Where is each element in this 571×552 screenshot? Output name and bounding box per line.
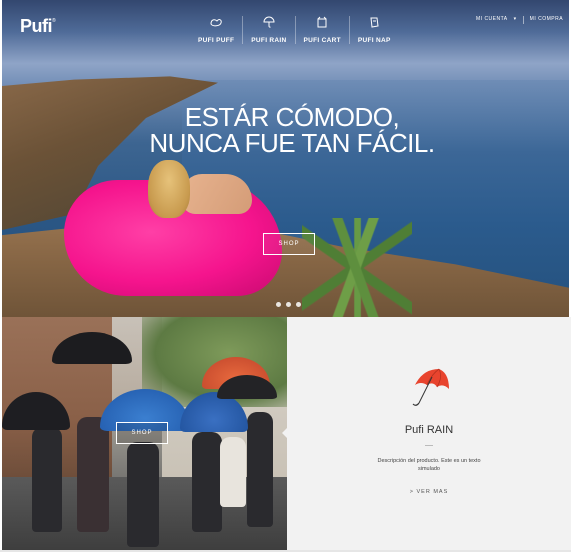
hero-shop-button[interactable]: SHOP bbox=[263, 233, 315, 255]
trademark-symbol: ® bbox=[52, 18, 56, 24]
person-figure bbox=[32, 427, 62, 532]
umbrella-icon bbox=[263, 16, 275, 28]
puff-icon bbox=[210, 19, 222, 27]
nav-item-pufi-rain[interactable]: PUFI RAIN bbox=[243, 16, 296, 44]
person-figure bbox=[220, 437, 246, 507]
main-nav: PUFI PUFF PUFI RAIN PUFI CART PUFI NAP bbox=[190, 16, 399, 44]
see-more-link[interactable]: > VER MAS bbox=[287, 489, 571, 495]
slider-dot-3[interactable] bbox=[296, 302, 301, 307]
person-hair bbox=[148, 160, 190, 218]
rain-banner-photo: SHOP bbox=[2, 317, 287, 551]
nav-item-pufi-cart[interactable]: PUFI CART bbox=[296, 16, 350, 44]
nav-label: PUFI CART bbox=[303, 37, 341, 44]
rain-shop-button[interactable]: SHOP bbox=[116, 422, 168, 444]
nav-item-pufi-nap[interactable]: PUFI NAP bbox=[350, 16, 399, 44]
brand-logo-text: Pufi bbox=[20, 16, 53, 36]
divider bbox=[522, 16, 524, 24]
product-panel: Pufi RAIN Descripción del producto. Este… bbox=[282, 317, 571, 551]
slider-dots bbox=[276, 302, 301, 307]
my-account-link[interactable]: MI CUENTA bbox=[476, 16, 508, 24]
agave-plant bbox=[302, 218, 412, 317]
person-figure bbox=[247, 412, 273, 527]
person-figure bbox=[77, 417, 109, 532]
hero-headline-line2: NUNCA FUE TAN FÁCIL. bbox=[149, 128, 435, 158]
nap-icon bbox=[370, 17, 379, 28]
product-title: Pufi RAIN bbox=[404, 424, 454, 436]
person-body bbox=[182, 174, 252, 214]
nav-label: PUFI NAP bbox=[357, 37, 391, 44]
red-umbrella-product-image[interactable] bbox=[409, 365, 453, 409]
hero-headline: ESTÁR CÓMODO, NUNCA FUE TAN FÁCIL. bbox=[132, 104, 452, 156]
chevron-down-icon: ▾ bbox=[513, 16, 517, 22]
nav-label: PUFI PUFF bbox=[198, 37, 235, 44]
person-figure bbox=[192, 432, 222, 532]
nav-item-pufi-puff[interactable]: PUFI PUFF bbox=[190, 16, 244, 44]
cart-icon bbox=[317, 16, 327, 28]
slider-dot-1[interactable] bbox=[276, 302, 281, 307]
product-description: Descripción del producto. Este es un tex… bbox=[377, 458, 481, 472]
hero-banner: ESTÁR CÓMODO, NUNCA FUE TAN FÁCIL. SHOP bbox=[2, 0, 569, 317]
brand-logo[interactable]: Pufi® bbox=[20, 16, 56, 37]
slider-dot-2[interactable] bbox=[286, 302, 291, 307]
person-figure bbox=[127, 442, 159, 547]
my-purchase-link[interactable]: MI COMPRA bbox=[530, 16, 563, 24]
nav-label: PUFI RAIN bbox=[251, 37, 287, 44]
account-menu: MI CUENTA ▾ MI COMPRA bbox=[476, 16, 563, 24]
title-divider bbox=[425, 445, 433, 446]
